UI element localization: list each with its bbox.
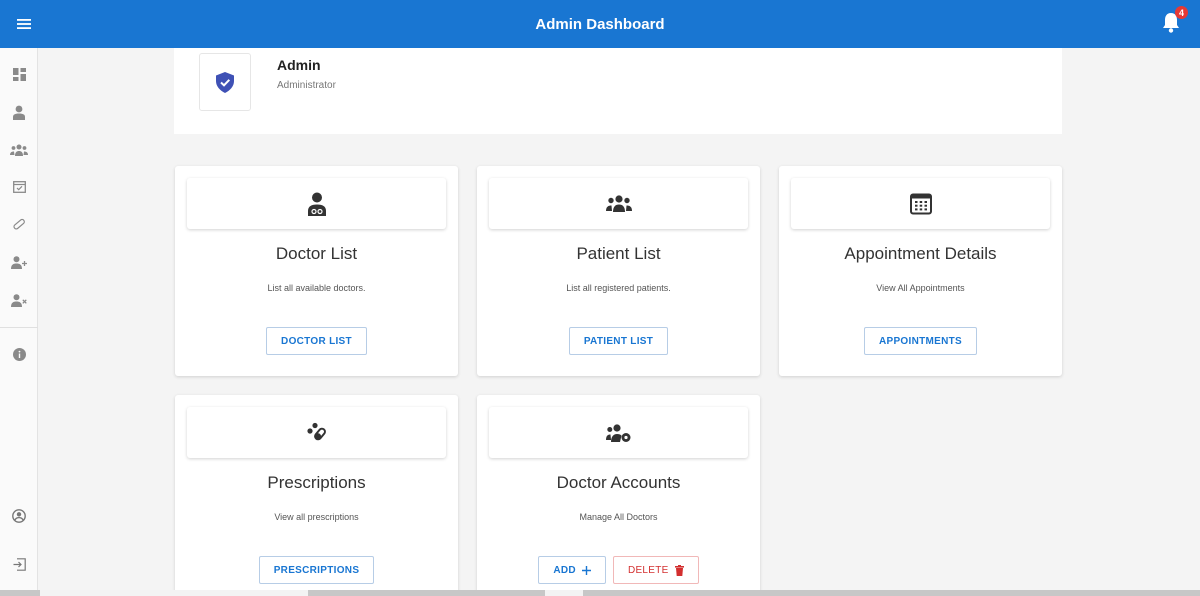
card-icon-box [187,407,446,458]
menu-button[interactable] [12,12,36,36]
scrollbar-segment [40,590,308,596]
appointments-button[interactable]: APPOINTMENTS [863,327,978,355]
info-icon [12,347,26,361]
card-title: Doctor List [275,244,358,263]
card-description: Manage All Doctors [579,512,658,522]
profile-role: Administrator [277,80,336,91]
horizontal-scrollbar[interactable] [0,590,1200,596]
card-icon-box [489,407,748,458]
delete-doctor-button[interactable]: DELETE [612,556,699,584]
sidebar-divider [0,327,38,328]
doctor-list-card: Doctor List List all available doctors. … [175,166,458,376]
sidebar-item-patients[interactable] [9,140,29,160]
card-title: Prescriptions [267,473,366,492]
sidebar-item-logout[interactable] [9,554,29,574]
patients-icon [605,195,632,212]
delete-button-label: DELETE [627,564,669,576]
shield-check-icon [216,71,234,93]
doctor-list-button[interactable]: DOCTOR LIST [266,327,367,355]
sidebar-item-doctors[interactable] [9,102,29,122]
profile-avatar [199,53,251,111]
remove-user-icon [10,293,27,307]
card-description: View all prescriptions [274,512,359,522]
appointment-details-card: Appointment Details View All Appointment… [779,166,1062,376]
doctor-icon [13,105,25,120]
logout-icon [13,557,26,571]
card-description: List all registered patients. [566,283,671,293]
notifications-button[interactable]: 4 [1160,6,1188,36]
sidebar-item-profile[interactable] [9,506,29,526]
patients-icon [10,144,28,156]
add-doctor-button[interactable]: ADD [538,556,606,584]
card-title: Appointment Details [844,244,997,263]
sidebar-item-dashboard[interactable] [9,64,29,84]
calendar-check-icon [12,180,26,193]
scrollbar-segment [545,590,583,596]
calendar-icon [909,193,932,214]
page-title: Admin Dashboard [535,15,665,33]
users-cog-icon [605,423,630,442]
sidebar-item-about[interactable] [9,344,29,364]
notification-badge: 4 [1175,6,1188,19]
add-user-icon [10,255,27,269]
sidebar-item-add-doctor[interactable] [9,252,29,272]
doctor-icon [307,192,326,216]
sidebar [0,48,38,596]
app-bar: Admin Dashboard 4 [0,0,1200,48]
doctor-accounts-card: Doctor Accounts Manage All Doctors ADD D… [477,395,760,596]
sidebar-item-prescriptions[interactable] [9,214,29,234]
trash-icon [674,564,684,576]
prescriptions-button[interactable]: PRESCRIPTIONS [258,556,375,584]
plus-icon [581,565,591,575]
card-icon-box [791,178,1050,229]
sidebar-item-remove-doctor[interactable] [9,290,29,310]
patient-list-button[interactable]: PATIENT LIST [568,327,669,355]
hamburger-icon [17,19,31,29]
card-title: Doctor Accounts [556,473,681,492]
card-title: Patient List [576,244,661,263]
card-description: View All Appointments [876,283,965,293]
pills-icon [306,422,326,440]
card-icon-box [489,178,748,229]
profile-card: Admin Administrator [174,48,1062,134]
add-button-label: ADD [553,564,576,576]
card-description: List all available doctors. [267,283,366,293]
pills-icon [13,218,25,230]
account-circle-icon [12,509,26,523]
card-icon-box [187,178,446,229]
prescriptions-card: Prescriptions View all prescriptions PRE… [175,395,458,596]
dashboard-icon [12,67,26,81]
profile-name: Admin [277,57,321,73]
patient-list-card: Patient List List all registered patient… [477,166,760,376]
sidebar-item-appointments[interactable] [9,176,29,196]
